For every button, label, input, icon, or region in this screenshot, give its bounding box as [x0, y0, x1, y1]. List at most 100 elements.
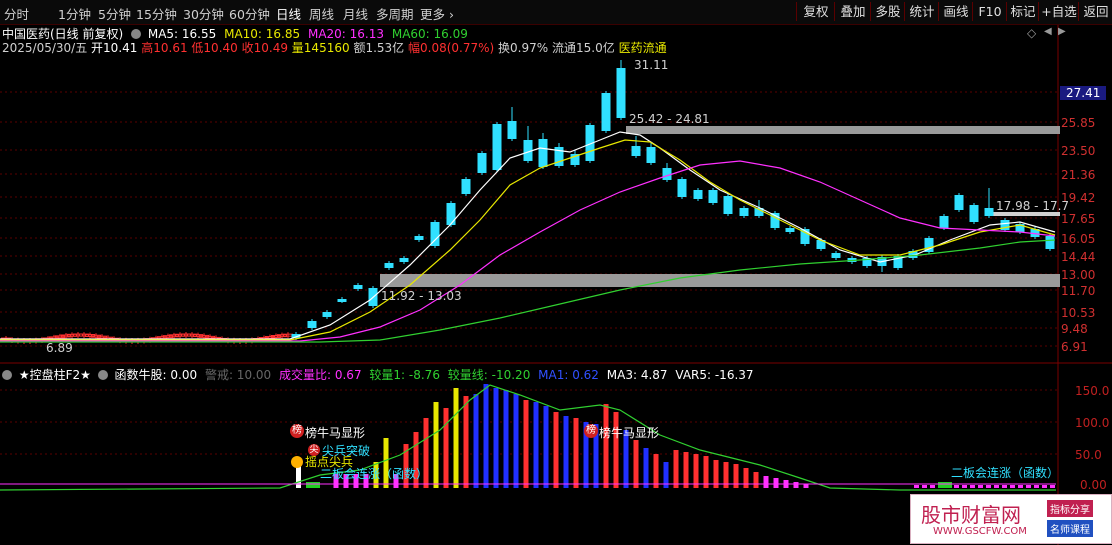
indicator-bar — [443, 408, 449, 488]
tab-weekly[interactable]: 周线 — [309, 4, 334, 23]
arrow-left-icon[interactable]: ◀ — [1044, 26, 1052, 37]
draw-line-button[interactable]: 画线 — [938, 2, 973, 21]
overlay-button[interactable]: 叠加 — [834, 2, 871, 21]
tab-5min[interactable]: 5分钟 — [98, 4, 131, 23]
restore-rights-button[interactable]: 复权 — [796, 2, 835, 21]
statistics-button[interactable]: 统计 — [904, 2, 939, 21]
signal-marker: 榜 — [290, 424, 304, 438]
add-watchlist-button[interactable]: +自选 — [1038, 2, 1079, 21]
vol-ratio-value: 成交量比: 0.67 — [279, 368, 362, 382]
resistance-zone — [626, 126, 1060, 134]
mark-button[interactable]: 标记 — [1006, 2, 1039, 21]
ma20-line — [0, 160, 1056, 342]
tab-60min[interactable]: 60分钟 — [229, 4, 270, 23]
signal-bull-label: 榜牛马显形 — [305, 426, 366, 440]
candle-body-down — [739, 208, 749, 216]
indicator-bar — [1050, 485, 1055, 488]
candle-body-down — [662, 168, 672, 180]
candle-body-down — [969, 205, 979, 222]
close-value: 收10.49 — [241, 41, 288, 55]
indicator-bar — [543, 406, 549, 488]
signal-board-label: 二板会连涨（函数） — [951, 466, 1060, 480]
indicator-bar — [978, 485, 983, 488]
candle-body-down — [384, 263, 394, 268]
indicator-bar — [653, 454, 659, 488]
signal-board-label: 二板会连涨（函数） — [320, 467, 429, 481]
price-label: 25.85 — [1061, 116, 1096, 130]
multi-stock-button[interactable]: 多股 — [870, 2, 905, 21]
candle-body-down — [307, 321, 317, 328]
circle-collapse-icon[interactable] — [131, 29, 142, 39]
tab-multi-period[interactable]: 多周期 — [376, 4, 414, 23]
indicator-bar — [693, 454, 699, 488]
tab-monthly[interactable]: 月线 — [343, 4, 368, 23]
indicator-bar — [493, 388, 499, 488]
high-value: 高10.61 — [141, 41, 188, 55]
indicator-bar — [703, 456, 709, 488]
var5-value: VAR5: -16.37 — [675, 368, 754, 382]
indicator-bar — [1010, 485, 1015, 488]
indicator-bar — [803, 484, 809, 488]
tab-daily[interactable]: 日线 — [276, 4, 301, 23]
date-value: 2025/05/30/五 — [2, 41, 88, 55]
ohlc-info-line: 2025/05/30/五 开10.41 高10.61 低10.40 收10.49… — [2, 39, 667, 56]
candlesticks — [1, 60, 1055, 344]
candle-body-down — [446, 203, 456, 225]
settings-icon[interactable] — [97, 370, 108, 380]
diamond-icon[interactable]: ◇ — [1027, 26, 1036, 40]
indicator-bar — [914, 485, 919, 488]
candle-body-down — [538, 139, 548, 167]
tab-more[interactable]: 更多 › — [420, 4, 454, 23]
indicator-bar — [1042, 485, 1047, 488]
back-button[interactable]: 返回 — [1078, 2, 1112, 21]
indicator-bar — [573, 418, 579, 488]
tab-15min[interactable]: 15分钟 — [136, 4, 177, 23]
circle-collapse-icon[interactable] — [2, 370, 12, 380]
price-label: 13.00 — [1061, 268, 1096, 282]
alert-value: 警戒: 10.00 — [204, 368, 272, 382]
indicator-name[interactable]: ★控盘柱F2★ — [19, 368, 91, 382]
candle-body-down — [414, 236, 424, 240]
candle-body-down — [492, 124, 502, 170]
tab-1min[interactable]: 1分钟 — [58, 4, 91, 23]
indicator-bar — [743, 468, 749, 488]
indicator-bar — [483, 384, 489, 488]
candle-body-down — [939, 216, 949, 228]
indicator-bar — [673, 450, 679, 488]
indicator-bar — [970, 485, 975, 488]
candle-body-down — [399, 258, 409, 262]
indicator-bar — [954, 485, 959, 488]
indicator-header: ★控盘柱F2★ 函数牛股: 0.00 警戒: 10.00 成交量比: 0.67 … — [2, 366, 754, 383]
candle-body-down — [616, 68, 626, 118]
func-value: 函数牛股: 0.00 — [114, 368, 198, 382]
line2-value: 较量线: -10.20 — [447, 368, 531, 382]
candle-body-down — [477, 153, 487, 173]
indicator-bar — [1026, 485, 1031, 488]
price-label: 11.70 — [1061, 284, 1096, 298]
indicator-bar — [533, 402, 539, 488]
indicator-axis-label: 100.0 — [1075, 416, 1110, 430]
tab-fenshi[interactable]: 分时 — [4, 4, 29, 23]
candle-body-down — [507, 121, 517, 139]
indicator-bar — [930, 485, 935, 488]
candle-body-down — [646, 147, 656, 163]
candle-body-down — [693, 190, 703, 199]
indicator-bar — [922, 485, 927, 488]
arrow-right-icon[interactable]: ▶ — [1058, 26, 1066, 37]
indicator-bar — [1002, 485, 1007, 488]
ma1-value: MA1: 0.62 — [538, 368, 599, 382]
indicator-bar — [463, 396, 469, 488]
indicator-bar — [1018, 485, 1023, 488]
indicator-bar — [683, 452, 689, 488]
tab-30min[interactable]: 30分钟 — [183, 4, 224, 23]
f10-button[interactable]: F10 — [972, 2, 1007, 21]
indicator-bar — [453, 388, 459, 488]
ma5-line — [0, 131, 1056, 340]
ma3-value: MA3: 4.87 — [606, 368, 668, 382]
chart-canvas[interactable] — [0, 0, 1112, 545]
zone-high-label: 25.42 - 24.81 — [629, 112, 710, 126]
period-toolbar: 分时 1分钟 5分钟 15分钟 30分钟 60分钟 日线 周线 月线 多周期 更… — [0, 0, 1112, 25]
indicator-bar — [633, 440, 639, 488]
watermark-url: WWW.GSCFW.COM — [933, 526, 1027, 537]
indicator-bar — [306, 482, 320, 488]
